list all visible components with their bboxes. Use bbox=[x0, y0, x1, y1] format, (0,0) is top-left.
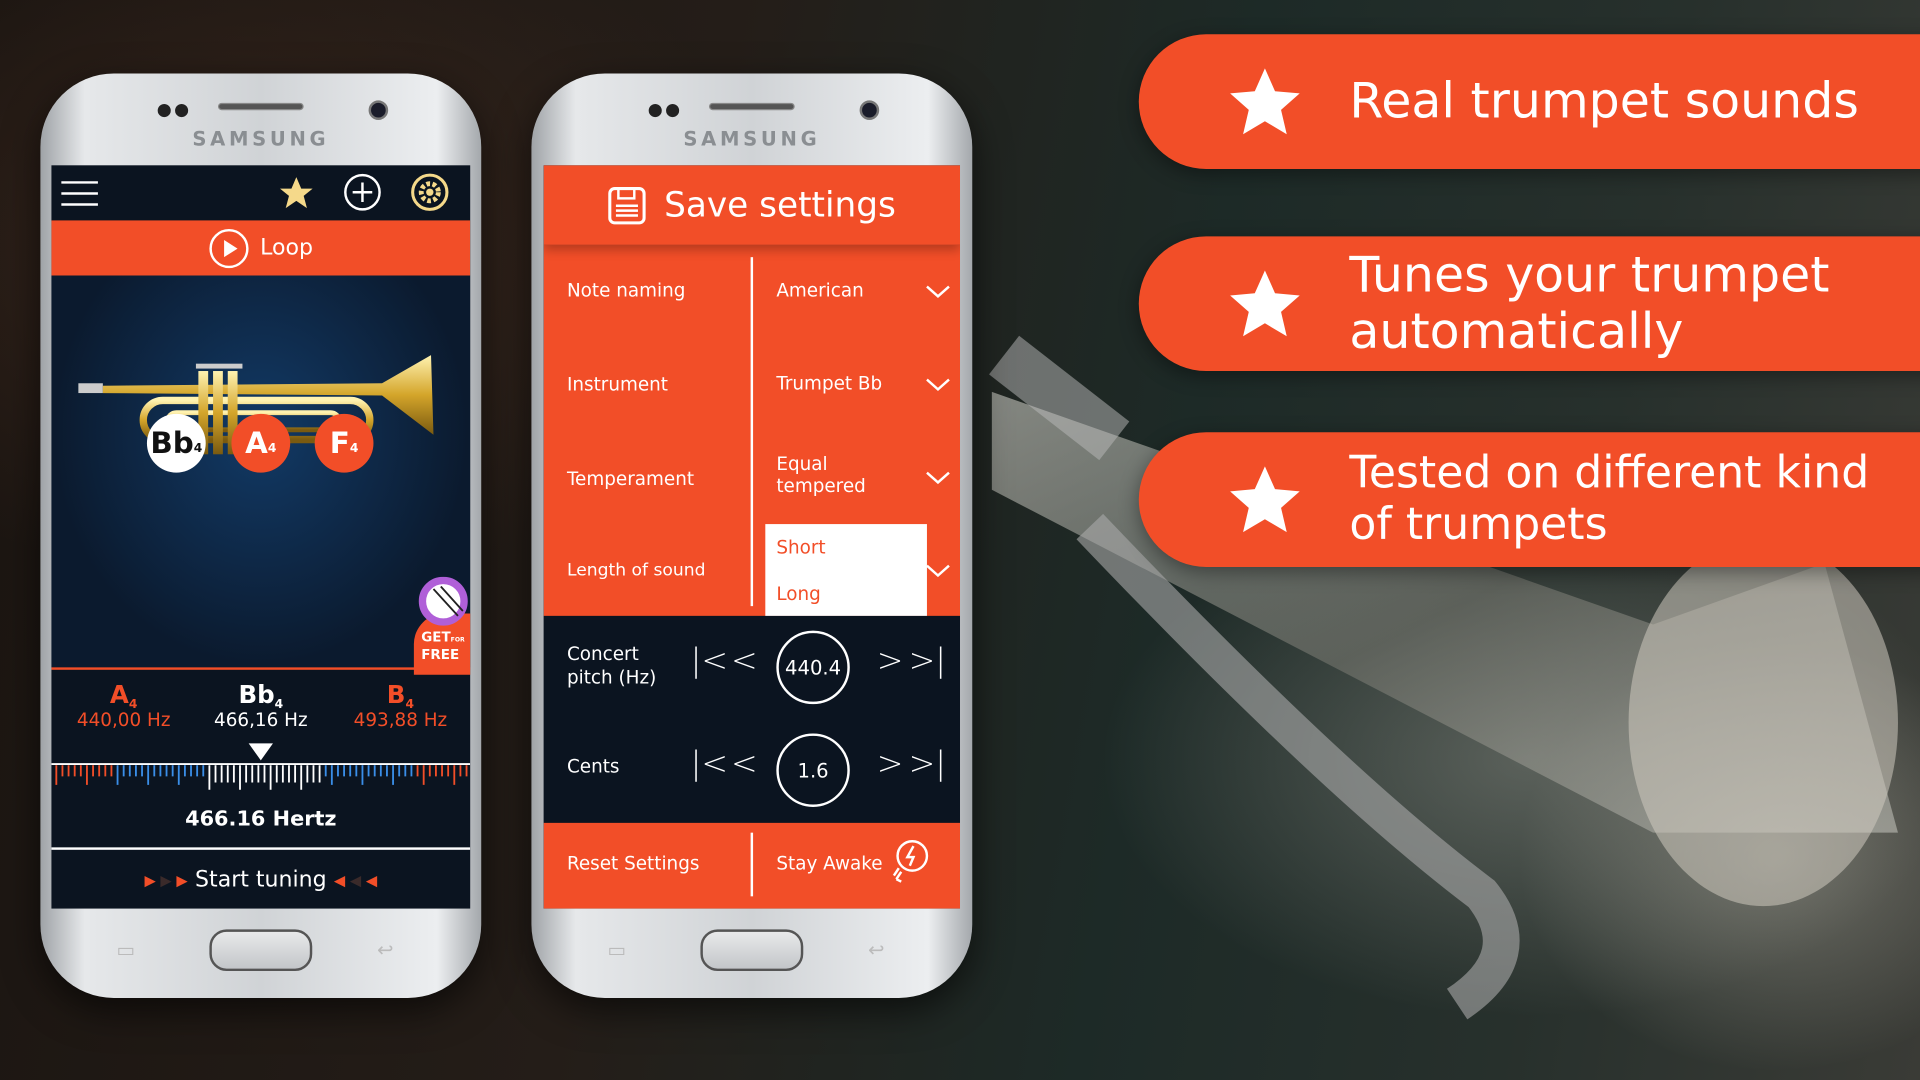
decrease-icon[interactable]: < bbox=[731, 746, 758, 783]
star-icon bbox=[1230, 270, 1300, 337]
feature-text: Real trumpet sounds bbox=[1349, 73, 1859, 130]
chevron-down-icon[interactable] bbox=[926, 558, 950, 582]
divider bbox=[51, 847, 471, 850]
front-camera bbox=[368, 100, 389, 121]
instrument-area: Bb 4 A4 F4 GETFOR FREE bbox=[51, 275, 471, 675]
cents-label: Cents bbox=[566, 755, 620, 778]
phone-settings: ●● SAMSUNG Save settings Note naming Ame… bbox=[531, 73, 973, 998]
plus-circle-icon[interactable] bbox=[343, 173, 382, 212]
gear-icon[interactable] bbox=[410, 173, 449, 212]
note-button-a4[interactable]: A4 bbox=[231, 413, 291, 473]
feature-banner-1: Real trumpet sounds bbox=[1138, 34, 1920, 169]
save-settings-button[interactable]: Save settings bbox=[543, 165, 961, 245]
promo-stage: ●● SAMSUNG Loop Bb 4 A4 F4 GETFOR FREE A… bbox=[0, 0, 1920, 1080]
first-icon[interactable]: |< bbox=[691, 643, 728, 680]
option-long[interactable]: Long bbox=[776, 583, 820, 605]
recent-apps-key[interactable]: ▭ bbox=[607, 938, 626, 961]
increase-icon[interactable]: > bbox=[877, 643, 904, 680]
home-button[interactable] bbox=[209, 929, 313, 972]
note-button-f4[interactable]: F4 bbox=[314, 413, 374, 473]
star-icon[interactable] bbox=[277, 174, 316, 213]
pitch-controls: Concert pitch (Hz) |< < 440.4 > >| Cents… bbox=[543, 615, 961, 823]
divider bbox=[750, 832, 754, 897]
sensor-dots: ●● bbox=[156, 100, 192, 121]
option-short[interactable]: Short bbox=[776, 536, 825, 558]
concert-pitch-value: 440.4 bbox=[776, 630, 850, 705]
recent-apps-key[interactable]: ▭ bbox=[116, 938, 135, 961]
tuning-readout: A4 440,00 Hz Bb4 466,16 Hz B4 493,88 Hz 466… bbox=[51, 670, 471, 854]
speaker-grille bbox=[217, 102, 304, 111]
tuner-screen: Loop Bb 4 A4 F4 GETFOR FREE A4 440,00 Hz Bb… bbox=[51, 165, 471, 909]
play-icon bbox=[209, 228, 250, 268]
note-button-bb4[interactable]: Bb 4 bbox=[146, 413, 206, 473]
star-icon bbox=[1230, 68, 1300, 135]
back-key[interactable]: ↩ bbox=[868, 938, 884, 961]
instrument-select[interactable]: Trumpet Bb bbox=[776, 372, 882, 394]
length-of-sound-label: Length of sound bbox=[566, 560, 706, 581]
home-button[interactable] bbox=[700, 929, 804, 972]
needle-indicator bbox=[248, 743, 274, 761]
arrow-right-icon: ▶ ▶ ▶ bbox=[144, 871, 188, 889]
front-camera bbox=[859, 100, 880, 121]
device-brand: SAMSUNG bbox=[683, 127, 821, 151]
phone-tuner: ●● SAMSUNG Loop Bb 4 A4 F4 GETFOR FREE A… bbox=[40, 73, 482, 998]
first-icon[interactable]: |< bbox=[691, 746, 728, 783]
chevron-down-icon[interactable] bbox=[926, 465, 950, 489]
concert-pitch-label: Concert pitch (Hz) bbox=[566, 642, 657, 689]
feature-text: Tunes your trumpet automatically bbox=[1349, 247, 1830, 361]
readout-upper: B4 493,88 Hz bbox=[353, 679, 448, 732]
floppy-disk-icon bbox=[608, 186, 647, 224]
readout-current: Bb4 466,16 Hz bbox=[214, 679, 308, 732]
tuning-ruler bbox=[51, 743, 471, 790]
column-divider bbox=[750, 257, 754, 607]
menu-icon[interactable] bbox=[61, 180, 98, 207]
drum-app-icon bbox=[418, 576, 468, 626]
back-key[interactable]: ↩ bbox=[377, 938, 393, 961]
instrument-label: Instrument bbox=[566, 373, 669, 396]
promo-get-free[interactable]: GETFOR FREE bbox=[413, 576, 471, 675]
device-brand: SAMSUNG bbox=[192, 127, 330, 151]
note-naming-label: Note naming bbox=[566, 279, 686, 302]
feature-text: Tested on different kind of trumpets bbox=[1349, 448, 1870, 550]
length-of-sound-dropdown: Short Long bbox=[765, 524, 927, 616]
toolbar bbox=[51, 165, 470, 220]
lightbulb-icon[interactable] bbox=[889, 838, 931, 885]
last-icon[interactable]: >| bbox=[909, 643, 946, 680]
last-icon[interactable]: >| bbox=[909, 746, 946, 783]
arrow-left-icon: ◀ ◀ ◀ bbox=[333, 871, 378, 889]
chevron-down-icon[interactable] bbox=[926, 372, 950, 396]
star-icon bbox=[1230, 466, 1300, 533]
reset-settings-button[interactable]: Reset Settings bbox=[567, 852, 699, 874]
temperament-select[interactable]: Equal tempered bbox=[776, 453, 911, 497]
loop-button[interactable]: Loop bbox=[51, 220, 471, 276]
increase-icon[interactable]: > bbox=[877, 746, 904, 783]
cents-value: 1.6 bbox=[776, 733, 850, 807]
feature-banner-3: Tested on different kind of trumpets bbox=[1138, 432, 1920, 567]
readout-lower: A4 440,00 Hz bbox=[76, 679, 171, 732]
bottom-bar: Reset Settings Stay Awake bbox=[543, 822, 961, 909]
stay-awake-button[interactable]: Stay Awake bbox=[776, 852, 882, 874]
sensor-dots: ●● bbox=[647, 100, 683, 121]
speaker-grille bbox=[708, 102, 795, 111]
note-naming-select[interactable]: American bbox=[776, 279, 863, 301]
feature-banner-2: Tunes your trumpet automatically bbox=[1138, 236, 1920, 372]
loop-label: Loop bbox=[260, 235, 313, 261]
save-settings-title: Save settings bbox=[664, 184, 896, 226]
start-tuning-button[interactable]: ▶ ▶ ▶ Start tuning ◀ ◀ ◀ bbox=[51, 851, 470, 909]
hertz-label: 466.16 Hertz bbox=[185, 806, 337, 832]
decrease-icon[interactable]: < bbox=[731, 643, 758, 680]
temperament-label: Temperament bbox=[566, 467, 695, 490]
settings-screen: Save settings Note naming American Instr… bbox=[543, 165, 961, 909]
chevron-down-icon[interactable] bbox=[926, 279, 950, 303]
settings-list: Note naming American Instrument Trumpet … bbox=[543, 244, 961, 616]
